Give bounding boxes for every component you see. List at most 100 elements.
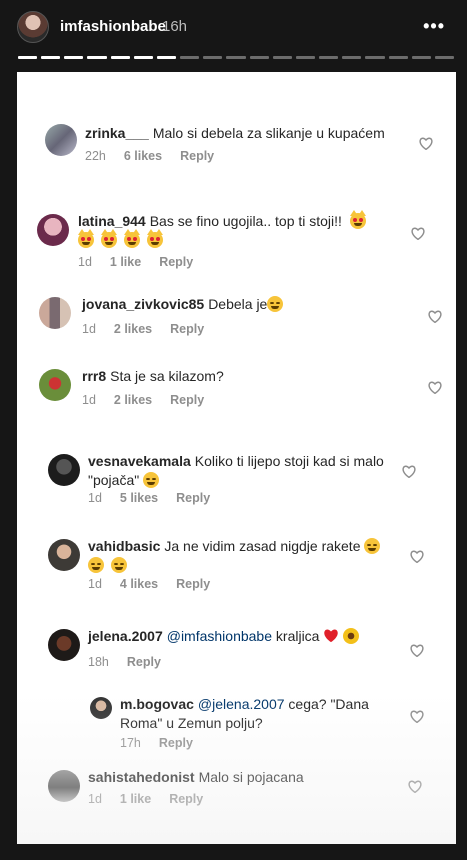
comment-likes[interactable]: 6 likes xyxy=(124,149,162,163)
progress-segment xyxy=(388,56,408,59)
progress-segment xyxy=(203,56,223,59)
comment-text: vahidbasic Ja ne vidim zasad nigdje raket… xyxy=(88,537,398,575)
mention-link[interactable]: @jelena.2007 xyxy=(198,696,285,712)
progress-segment xyxy=(411,56,431,59)
comment-username[interactable]: zrinka___ xyxy=(85,125,149,141)
comment: sahistahedonist Malo si pojacana 1d 1 lik… xyxy=(17,765,456,815)
avatar[interactable] xyxy=(48,539,80,571)
comment: vahidbasic Ja ne vidim zasad nigdje raket… xyxy=(17,532,456,602)
comment-username[interactable]: jovana_zivkovic85 xyxy=(82,296,204,312)
heart-eyes-cat-emoji xyxy=(123,229,140,248)
story-header: imfashionbabe 16h ••• xyxy=(0,0,467,72)
comment-text: latina_944 Bas se fino ugojila.. top ti s… xyxy=(78,210,388,250)
heart-icon[interactable] xyxy=(419,137,433,150)
heart-icon[interactable] xyxy=(408,780,422,793)
reply-button[interactable]: Reply xyxy=(159,736,193,750)
comment: vesnavekamala Koliko ti lijepo stoji kad … xyxy=(17,447,456,517)
more-horizontal-icon[interactable]: ••• xyxy=(423,16,445,36)
reply-button[interactable]: Reply xyxy=(176,491,210,505)
comment-text: jovana_zivkovic85 Debela je xyxy=(82,295,402,314)
progress-segment xyxy=(156,56,177,59)
progress-segment xyxy=(226,56,246,59)
heart-icon[interactable] xyxy=(428,310,442,323)
comment-likes[interactable]: 1 like xyxy=(110,255,141,269)
comment-username[interactable]: vesnavekamala xyxy=(88,453,191,469)
progress-segment xyxy=(110,56,130,59)
comment-text: sahistahedonist Malo si pojacana xyxy=(88,768,408,787)
progress-segment xyxy=(18,56,38,59)
progress-segment xyxy=(434,56,454,59)
reply-button[interactable]: Reply xyxy=(170,393,204,407)
comment-text: zrinka___ Malo si debela za slikanje u ku… xyxy=(85,124,415,143)
avatar[interactable] xyxy=(48,770,80,802)
heart-eyes-cat-emoji xyxy=(349,210,366,229)
story-time: 16h xyxy=(162,18,188,35)
comment-likes[interactable]: 1 like xyxy=(120,792,151,806)
comment-time: 18h xyxy=(88,655,109,669)
story-username[interactable]: imfashionbabe xyxy=(60,18,166,35)
comment-text: jelena.2007 @imfashionbabe kraljica xyxy=(88,627,408,646)
comment-username[interactable]: latina_944 xyxy=(78,213,146,229)
heart-eyes-cat-emoji xyxy=(146,229,163,248)
avatar[interactable] xyxy=(39,297,71,329)
heart-icon[interactable] xyxy=(410,710,424,723)
progress-segment xyxy=(41,56,61,59)
smiling-face-emoji xyxy=(110,557,127,573)
reply-button[interactable]: Reply xyxy=(170,322,204,336)
comment-body: Debela je xyxy=(208,296,268,312)
comment-time: 1d xyxy=(82,322,96,336)
progress-segment xyxy=(365,56,385,59)
comment: rrr8 Sta je sa kilazom? 1d 2 likes Reply xyxy=(17,362,456,422)
heart-icon[interactable] xyxy=(410,550,424,563)
comment: jelena.2007 @imfashionbabe kraljica 18h R… xyxy=(17,626,456,676)
comment-meta: 18h Reply xyxy=(88,655,161,669)
reply-button[interactable]: Reply xyxy=(159,255,193,269)
comment-time: 1d xyxy=(82,393,96,407)
comment-body: Malo si debela za slikanje u kupaćem xyxy=(152,125,385,141)
avatar[interactable] xyxy=(90,697,112,719)
comment-meta: 1d 2 likes Reply xyxy=(82,393,204,407)
comment-meta: 1d 4 likes Reply xyxy=(88,577,210,591)
avatar[interactable] xyxy=(37,214,69,246)
heart-icon[interactable] xyxy=(402,465,416,478)
progress-segment xyxy=(342,56,362,59)
avatar[interactable] xyxy=(39,369,71,401)
comment-text: rrr8 Sta je sa kilazom? xyxy=(82,367,402,386)
heart-icon[interactable] xyxy=(410,644,424,657)
progress-segment xyxy=(272,56,292,59)
avatar[interactable] xyxy=(45,124,77,156)
reply-button[interactable]: Reply xyxy=(180,149,214,163)
comments-screenshot: zrinka___ Malo si debela za slikanje u ku… xyxy=(17,72,456,844)
reply-button[interactable]: Reply xyxy=(127,655,161,669)
avatar[interactable] xyxy=(48,454,80,486)
reply-button[interactable]: Reply xyxy=(169,792,203,806)
comment-username[interactable]: sahistahedonist xyxy=(88,769,195,785)
comment: jovana_zivkovic85 Debela je 1d 2 likes Re… xyxy=(17,290,456,350)
smiling-face-emoji xyxy=(88,557,104,573)
mention-link[interactable]: @imfashionbabe xyxy=(167,628,272,644)
comment-likes[interactable]: 2 likes xyxy=(114,393,152,407)
comment-likes[interactable]: 4 likes xyxy=(120,577,158,591)
progress-segment xyxy=(133,56,153,59)
avatar[interactable] xyxy=(48,629,80,661)
comment-username[interactable]: rrr8 xyxy=(82,368,106,384)
heart-icon[interactable] xyxy=(428,381,442,394)
heart-icon[interactable] xyxy=(411,227,425,240)
story-avatar[interactable] xyxy=(17,11,49,43)
comment-username[interactable]: vahidbasic xyxy=(88,538,160,554)
comment-username[interactable]: m.bogovac xyxy=(120,696,194,712)
comment-likes[interactable]: 2 likes xyxy=(114,322,152,336)
comment-time: 17h xyxy=(120,736,141,750)
comment-likes[interactable]: 5 likes xyxy=(120,491,158,505)
progress-segment xyxy=(87,56,107,59)
comment-body: Malo si pojacana xyxy=(198,769,304,785)
comment: latina_944 Bas se fino ugojila.. top ti s… xyxy=(17,202,456,272)
comment-meta: 17h Reply xyxy=(120,736,193,750)
progress-segment xyxy=(249,56,269,59)
comment-meta: 1d 1 like Reply xyxy=(78,255,193,269)
smiling-face-emoji xyxy=(364,538,381,554)
comment-username[interactable]: jelena.2007 xyxy=(88,628,163,644)
comment-meta: 1d 5 likes Reply xyxy=(88,491,210,505)
comment-time: 1d xyxy=(88,491,102,505)
reply-button[interactable]: Reply xyxy=(176,577,210,591)
